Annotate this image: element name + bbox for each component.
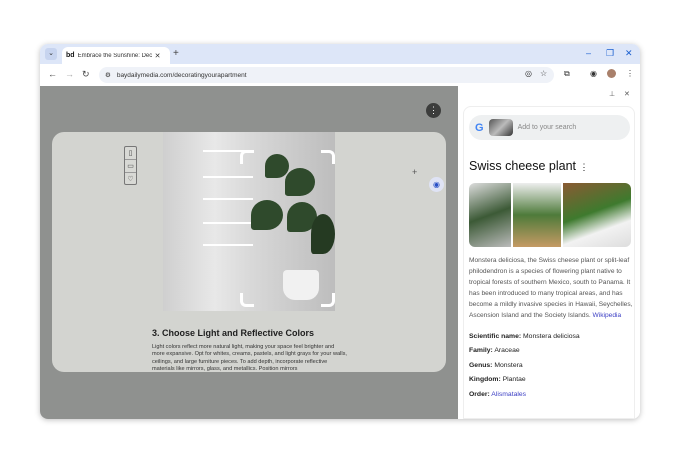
- lens-side-panel: ⊥ ✕ G Add to your search Swiss cheese pl…: [458, 86, 640, 419]
- bookmark-star-icon[interactable]: ☆: [540, 69, 547, 78]
- result-image[interactable]: [469, 183, 511, 247]
- article-photo: [163, 132, 335, 311]
- forward-button[interactable]: →: [65, 69, 74, 79]
- restore-button[interactable]: ❐: [606, 48, 614, 59]
- fact-row: Family: Araceae: [469, 347, 580, 361]
- extensions-icon[interactable]: ⧉: [564, 69, 570, 79]
- minimize-button[interactable]: –: [586, 48, 591, 58]
- article-actions: ▯ ▭ ♡: [124, 146, 137, 185]
- new-tab-button[interactable]: +: [173, 48, 179, 59]
- article-card: ▯ ▭ ♡ + ◉ 3. Choose Light and Reflective…: [52, 132, 446, 372]
- fact-row: Genus: Monstera: [469, 362, 580, 376]
- close-panel-icon[interactable]: ✕: [624, 90, 630, 98]
- fact-value: Monstera deliciosa: [523, 333, 580, 340]
- fact-label: Scientific name:: [469, 333, 522, 340]
- fact-label: Genus:: [469, 361, 493, 369]
- fact-value: Plantae: [502, 376, 526, 384]
- tab-strip: ⌄ bd Embrace the Sunshine: Deco ✕ + – ❐ …: [40, 44, 640, 64]
- pin-icon[interactable]: ⊥: [609, 90, 615, 98]
- order-link[interactable]: Alismatales: [491, 391, 526, 398]
- close-tab-icon[interactable]: ✕: [155, 52, 161, 60]
- article-heading: 3. Choose Light and Reflective Colors: [152, 328, 315, 338]
- page-content: ⋮ ▯ ▭ ♡ + ◉ 3. Choose Light and Reflecti…: [40, 86, 458, 419]
- result-card: G Add to your search Swiss cheese plant …: [463, 106, 635, 419]
- overlay-menu-button[interactable]: ⋮: [426, 103, 441, 118]
- url-text: baydailymedia.com/decoratingyourapartmen…: [116, 71, 247, 79]
- crosshair-cursor-icon: +: [412, 167, 418, 177]
- query-thumbnail[interactable]: [488, 119, 513, 136]
- site-logo: bd: [66, 52, 75, 59]
- result-title: Swiss cheese plant ⋮: [469, 159, 589, 173]
- result-title-text: Swiss cheese plant: [469, 159, 577, 173]
- address-bar[interactable]: ⚙ baydailymedia.com/decoratingyourapartm…: [99, 67, 554, 83]
- fact-row: Order: Alismatales: [469, 391, 580, 405]
- avatar[interactable]: [607, 69, 616, 78]
- wikipedia-link[interactable]: Wikipedia: [593, 312, 622, 319]
- fact-value: Monstera: [494, 361, 523, 369]
- lens-search-box[interactable]: G Add to your search: [469, 115, 630, 140]
- comment-icon[interactable]: ▭: [125, 160, 136, 173]
- tab-search-button[interactable]: ⌄: [45, 48, 57, 60]
- article-body: Light colors reflect more natural light,…: [152, 344, 347, 372]
- tab-title: Embrace the Sunshine: Deco: [77, 52, 152, 59]
- menu-icon[interactable]: ⋮: [626, 69, 634, 78]
- close-window-button[interactable]: ✕: [625, 48, 633, 59]
- site-info-icon[interactable]: ⚙: [105, 71, 111, 79]
- browser-window: ⌄ bd Embrace the Sunshine: Deco ✕ + – ❐ …: [40, 44, 640, 419]
- result-images: [469, 183, 631, 247]
- fact-row: Kingdom: Plantae: [469, 376, 580, 390]
- result-image[interactable]: [513, 183, 561, 247]
- reload-button[interactable]: ↻: [82, 69, 90, 80]
- bookmark-icon[interactable]: ▯: [125, 147, 136, 160]
- lens-icon[interactable]: ◎: [525, 69, 532, 78]
- tab-active[interactable]: bd Embrace the Sunshine: Deco ✕: [62, 47, 170, 64]
- back-button[interactable]: ←: [48, 69, 57, 79]
- fact-label: Family:: [469, 347, 493, 355]
- result-image[interactable]: [563, 183, 631, 247]
- heart-icon[interactable]: ♡: [125, 173, 136, 186]
- lens-toolbar-icon[interactable]: ◉: [590, 69, 597, 78]
- fact-value: Araceae: [494, 347, 520, 355]
- facts-list: Scientific name: Monstera deliciosa Fami…: [469, 333, 580, 405]
- description-text: Monstera deliciosa, the Swiss cheese pla…: [469, 257, 633, 319]
- google-logo-icon: G: [475, 121, 484, 134]
- lens-search-button[interactable]: ◉: [429, 177, 444, 192]
- result-description: Monstera deliciosa, the Swiss cheese pla…: [469, 255, 634, 321]
- toolbar: ← → ↻ ⚙ baydailymedia.com/decoratingyour…: [40, 64, 640, 86]
- fact-row: Scientific name: Monstera deliciosa: [469, 333, 580, 347]
- fact-label: Order:: [469, 390, 490, 398]
- more-options-icon[interactable]: ⋮: [580, 162, 589, 172]
- fact-label: Kingdom:: [469, 376, 501, 384]
- search-placeholder: Add to your search: [517, 124, 577, 131]
